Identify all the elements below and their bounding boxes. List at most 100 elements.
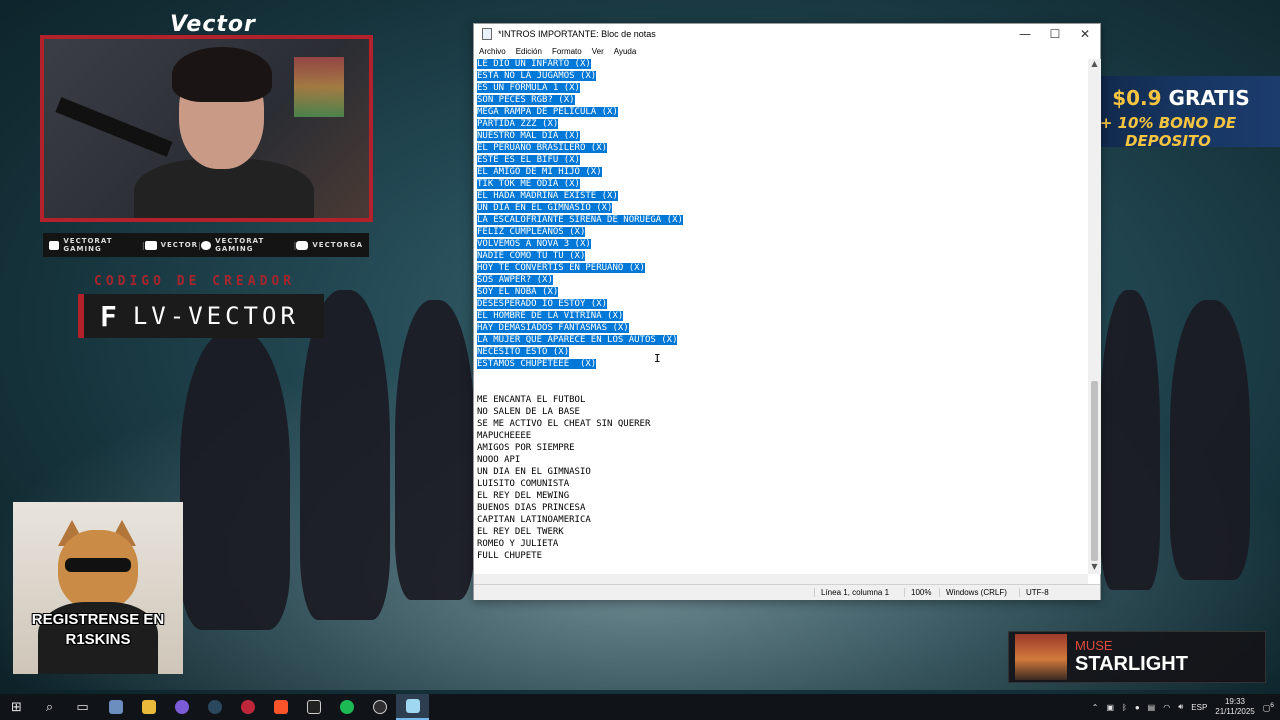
selected-text-line: HAY DEMASIADOS FANTASMAS (X) xyxy=(474,323,1088,335)
search-icon[interactable]: ⌕ xyxy=(33,694,66,720)
menu-edicion[interactable]: Edición xyxy=(516,47,542,56)
line-text: NOOO API xyxy=(477,455,521,465)
selected-text-line: DESESPERADO IO ESTOY (X) xyxy=(474,299,1088,311)
chevron-up-icon[interactable]: ⌃ xyxy=(1092,703,1099,712)
line-text: LE DIO UN INFARTO (X) xyxy=(477,59,591,69)
text-line: NO SALEN DE LA BASE xyxy=(474,407,1088,419)
now-playing-widget: MUSE STARLIGHT xyxy=(1008,631,1266,683)
social-label: VECTOR xyxy=(160,241,199,249)
background-lights xyxy=(294,57,344,117)
line-text: EL AMIGO DE MI HIJO (X) xyxy=(477,167,602,177)
selected-text-line: TIK TOK ME ODIA (X) xyxy=(474,179,1088,191)
task-view-icon[interactable]: ▭ xyxy=(66,694,99,720)
line-text: ES UN FORMULA 1 (X) xyxy=(477,83,580,93)
horizontal-scrollbar[interactable] xyxy=(474,574,1088,584)
background-figure xyxy=(180,330,290,630)
steam-icon[interactable] xyxy=(198,694,231,720)
close-button[interactable]: ✕ xyxy=(1070,24,1100,44)
selected-text-line: VOLVEMOS A NOVA 3 (X) xyxy=(474,239,1088,251)
creator-code: LV-VECTOR xyxy=(132,302,299,330)
selected-text-line: SOS AWPER? (X) xyxy=(474,275,1088,287)
clock[interactable]: 19:33 21/11/2025 xyxy=(1215,697,1254,717)
line-text: UN DIA EN EL GIMNASIO xyxy=(477,467,591,477)
folder-icon[interactable] xyxy=(132,694,165,720)
obs-icon[interactable] xyxy=(363,694,396,720)
line-text: SOY EL NOBA (X) xyxy=(477,287,559,297)
notepad-icon xyxy=(482,28,492,40)
notification-icon[interactable]: ▢6 xyxy=(1263,702,1274,713)
encoding: UTF-8 xyxy=(1019,588,1049,597)
network-icon[interactable]: ▣ xyxy=(1106,703,1114,712)
line-text: MAPUCHEEEE xyxy=(477,431,532,441)
line-text: BUENOS DIAS PRINCESA xyxy=(477,503,586,513)
youtube-icon xyxy=(49,240,60,250)
line-text: NO SALEN DE LA BASE xyxy=(477,407,580,417)
social-links-bar: VECTORAT GAMING | VECTOR | VECTORAT GAMI… xyxy=(43,233,369,257)
volume-icon[interactable]: 🔊︎ xyxy=(1178,702,1183,712)
explorer-app-icon[interactable] xyxy=(99,694,132,720)
menu-archivo[interactable]: Archivo xyxy=(479,47,506,56)
selected-text-line: ES UN FORMULA 1 (X) xyxy=(474,83,1088,95)
notification-count: 6 xyxy=(1270,701,1274,709)
notepad-taskbar-icon[interactable] xyxy=(396,694,429,720)
menu-ver[interactable]: Ver xyxy=(592,47,604,56)
brave-browser-icon[interactable] xyxy=(264,694,297,720)
selected-text-line: EL AMIGO DE MI HIJO (X) xyxy=(474,167,1088,179)
line-text: EL PERUANO BRASILERO (X) xyxy=(477,143,608,153)
maximize-button[interactable]: ☐ xyxy=(1040,24,1070,44)
selected-text-line: EL HOMBRE DE LA VITRINA (X) xyxy=(474,311,1088,323)
creator-code-box: F LV-VECTOR xyxy=(78,294,324,338)
line-text: LA ESCALOFRIANTE SIRENA DE NORUEGA (X) xyxy=(477,215,683,225)
scrollbar-thumb[interactable] xyxy=(1091,381,1098,561)
line-text: ROMEO Y JULIETA xyxy=(477,539,559,549)
status-bar: Línea 1, columna 1 100% Windows (CRLF) U… xyxy=(474,584,1100,600)
language-indicator[interactable]: ESP xyxy=(1191,703,1207,712)
background-figure xyxy=(395,300,475,600)
webcam-feed xyxy=(40,35,373,222)
selected-text-line: NADIE COMO TU TU (X) xyxy=(474,251,1088,263)
line-text: FULL CHUPETE xyxy=(477,551,543,561)
vertical-scrollbar[interactable]: ▲ ▼ xyxy=(1088,59,1101,574)
text-line: EL REY DEL MEWING xyxy=(474,491,1088,503)
line-text: LA MUJER QUE APARECE EN LOS AUTOS (X) xyxy=(477,335,678,345)
text-line: BUENOS DIAS PRINCESA xyxy=(474,503,1088,515)
app-icon[interactable] xyxy=(297,694,330,720)
text-line: ME ENCANTA EL FUTBOL xyxy=(474,395,1088,407)
menu-ayuda[interactable]: Ayuda xyxy=(614,47,637,56)
menu-bar: Archivo Edición Formato Ver Ayuda xyxy=(474,44,1100,58)
social-instagram: VECTORGA xyxy=(296,240,363,250)
minimize-button[interactable]: — xyxy=(1010,24,1040,44)
text-line: SE ME ACTIVO EL CHEAT SIN QUERER xyxy=(474,419,1088,431)
scroll-down-arrow[interactable]: ▼ xyxy=(1088,562,1101,574)
text-editor[interactable]: LE DIO UN INFARTO (X) ESTA NO LA JUGAMOS … xyxy=(474,59,1088,592)
text-line: UN DIA EN EL GIMNASIO xyxy=(474,467,1088,479)
text-line: NOOO API xyxy=(474,455,1088,467)
line-text: SE ME ACTIVO EL CHEAT SIN QUERER xyxy=(477,419,651,429)
line-text: EL HOMBRE DE LA VITRINA (X) xyxy=(477,311,624,321)
notepad-window: *INTROS IMPORTANTE: Bloc de notas — ☐ ✕ … xyxy=(473,23,1101,600)
selected-text-line: EL HADA MADRINA EXISTE (X) xyxy=(474,191,1088,203)
wifi-icon[interactable]: ◠ xyxy=(1163,703,1170,712)
microphone-icon[interactable]: ● xyxy=(1135,703,1140,712)
scroll-up-arrow[interactable]: ▲ xyxy=(1088,59,1101,71)
selected-text-line: ESTAMOS CHUPETEEE (X) xyxy=(474,359,1088,371)
line-text: PARTIDA ZZZ (X) xyxy=(477,119,559,129)
music-song: STARLIGHT xyxy=(1075,653,1188,675)
taskbar: ⊞ ⌕ ▭ ⌃ ▣ ᛒ ● ▤ ◠ 🔊︎ ESP 19:33 21/11/202… xyxy=(0,694,1280,720)
line-text: TIK TOK ME ODIA (X) xyxy=(477,179,580,189)
bluetooth-icon[interactable]: ᛒ xyxy=(1122,703,1127,712)
instagram-icon xyxy=(296,240,309,250)
line-text: EL REY DEL MEWING xyxy=(477,491,570,501)
creator-code-label: CODIGO DE CREADOR xyxy=(94,274,296,289)
menu-formato[interactable]: Formato xyxy=(552,47,582,56)
social-label: VECTORGA xyxy=(312,241,363,249)
selected-text-line: ESTA NO LA JUGAMOS (X) xyxy=(474,71,1088,83)
window-titlebar[interactable]: *INTROS IMPORTANTE: Bloc de notas — ☐ ✕ xyxy=(474,24,1100,44)
text-line: AMIGOS POR SIEMPRE xyxy=(474,443,1088,455)
display-icon[interactable]: ▤ xyxy=(1148,703,1156,712)
spotify-icon[interactable] xyxy=(330,694,363,720)
discord-icon[interactable] xyxy=(165,694,198,720)
selected-text-line: LA ESCALOFRIANTE SIRENA DE NORUEGA (X) xyxy=(474,215,1088,227)
valorant-icon[interactable] xyxy=(231,694,264,720)
windows-start-icon[interactable]: ⊞ xyxy=(0,694,33,720)
